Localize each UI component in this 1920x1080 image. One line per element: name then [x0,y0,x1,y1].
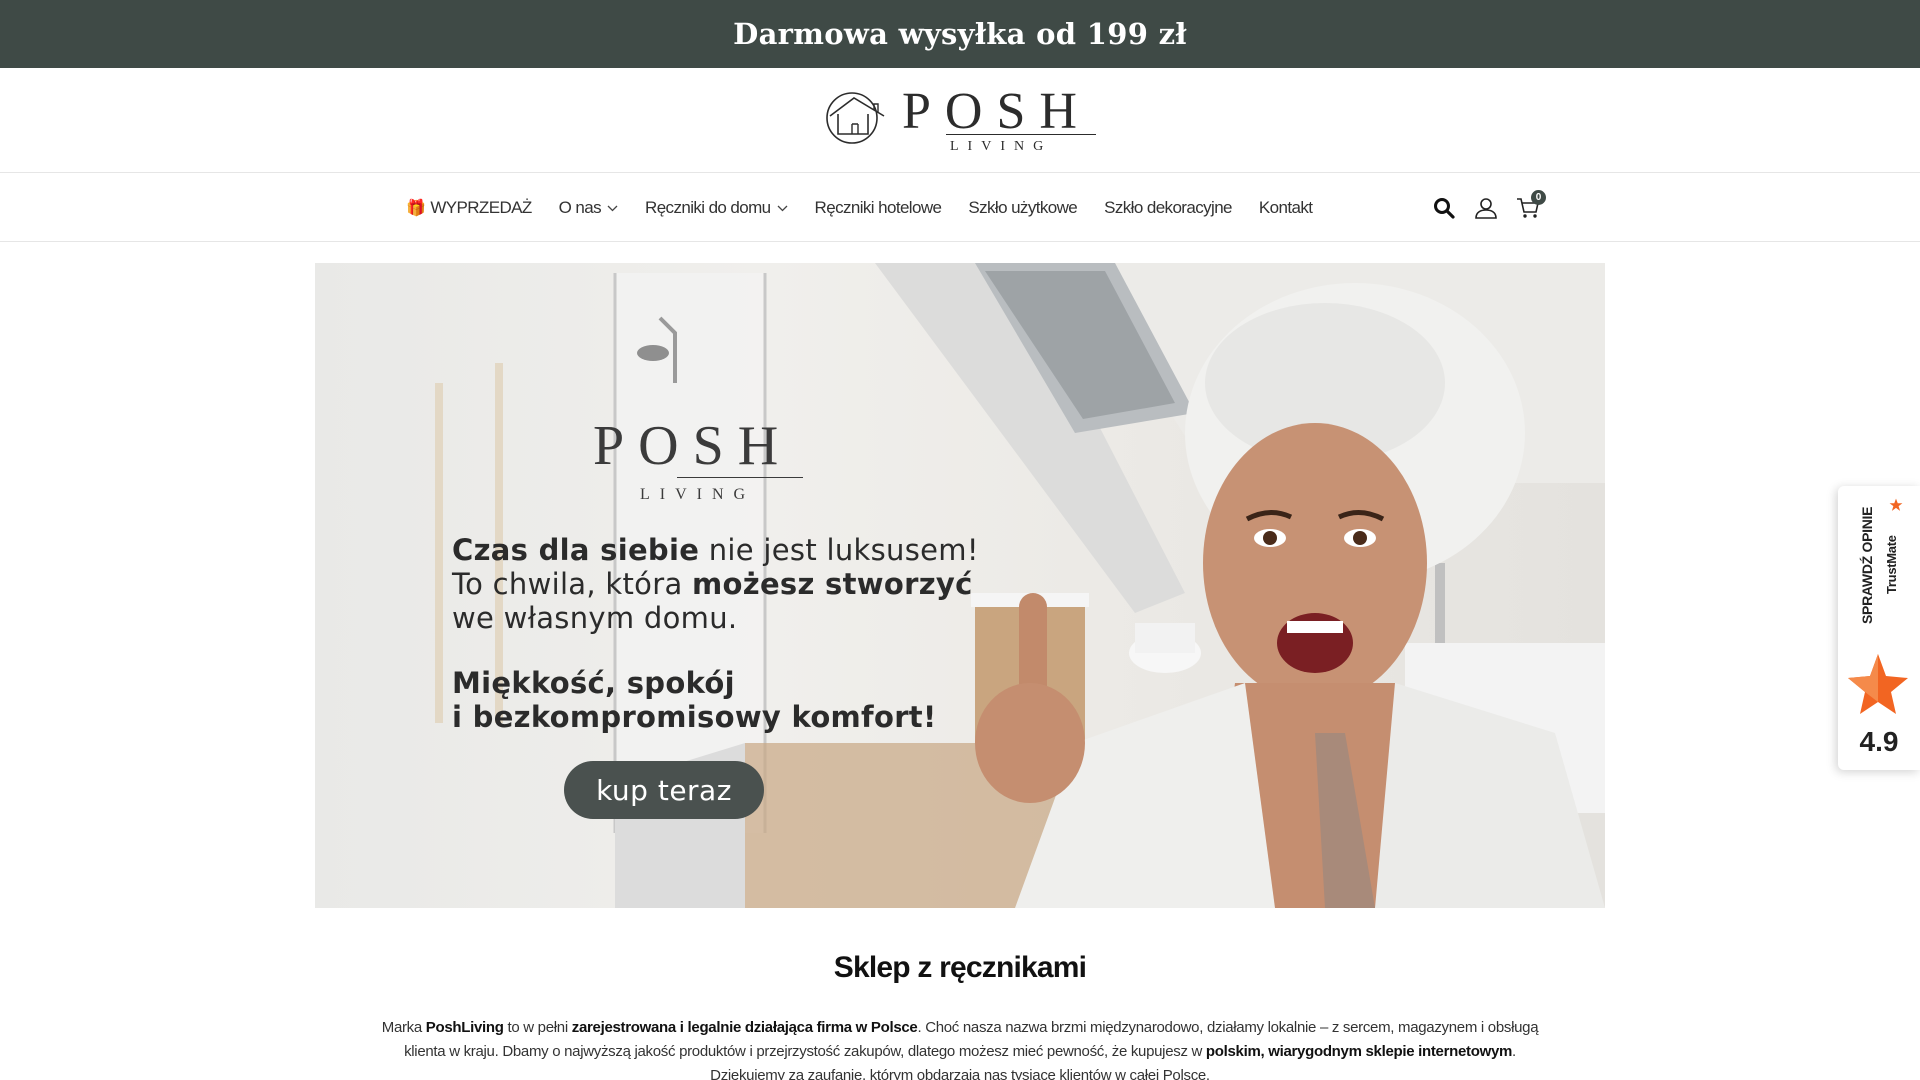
nav-item-utility-glass[interactable]: Szkło użytkowe [968,198,1077,218]
section-title: Sklep z ręcznikami [833,951,1087,984]
nav-item-label: Ręczniki hotelowe [814,197,942,217]
nav-item-label: Ręczniki do domu [645,197,771,217]
nav-item-hotel-towels[interactable]: Ręczniki hotelowe [815,198,942,218]
trustmate-widget[interactable]: SPRAWDŹ OPINIE TrustMate 4.9 [1838,486,1920,770]
trustmate-score: 4.9 [1859,726,1899,757]
nav-item-label: Szkło użytkowe [968,197,1078,217]
hero-line1-rest: nie jest luksusem! [699,533,979,567]
user-icon [1475,197,1497,219]
desc-bold: polskim, wiarygodnym sklepie internetowy… [1205,1043,1513,1060]
hero-banner[interactable]: POSH LIVING Czas dla siebie nie jest luk… [315,263,1605,908]
brand-logo-name: POSH [902,83,1091,140]
nav-item-home-towels[interactable]: Ręczniki do domu [645,198,788,218]
hero-logo-sub: LIVING [640,486,756,503]
nav-item-label: Szkło dekoracyjne [1104,197,1232,217]
trustmate-vertical-labels: SPRAWDŹ OPINIE TrustMate [1842,498,1903,624]
nav-item-label: WYPRZEDAŻ [430,197,532,217]
nav-item-sale[interactable]: 🎁 WYPRZEDAŻ [406,198,532,218]
trustmate-brand: TrustMate [1884,535,1899,594]
gift-icon: 🎁 [406,199,426,217]
search-button[interactable] [1432,196,1456,220]
trustmate-small-star-icon [1889,498,1903,511]
announcement-bar: Darmowa wysyłka od 199 zł [0,0,1920,68]
nav-item-about[interactable]: O nas [559,198,618,218]
trustmate-star-icon [1848,654,1908,714]
brand-logo[interactable]: POSH LIVING [824,82,1096,162]
desc-thanks: Dziękujemy za zaufanie, którym obdarzają… [710,1067,1210,1080]
brand-logo-underline [946,134,1096,135]
house-logo-icon [826,92,885,144]
main-navigation: 🎁 WYPRZEDAŻ O nas Ręczniki do domu Ręczn… [0,173,1920,242]
desc-bold: zarejestrowana i legalnie działająca fir… [571,1019,918,1036]
announcement-text: Darmowa wysyłka od 199 zł [733,17,1187,51]
hero-logo-name: POSH [593,415,793,477]
hero-line1-bold: Czas dla siebie [452,533,700,567]
nav-item-label: Kontakt [1258,197,1313,217]
section-description: Marka PoshLiving to w pełni zarejestrowa… [360,1016,1560,1080]
search-icon [1434,197,1455,219]
nav-menu: 🎁 WYPRZEDAŻ O nas Ręczniki do domu Ręczn… [406,173,1313,242]
hero-line3: we własnym domu. [452,601,738,635]
hero-subheadline: Miękkość, spokój i bezkompromisowy komfo… [452,666,937,734]
cart-count-badge: 0 [1531,189,1546,205]
desc-part: to w pełni [503,1019,572,1036]
account-button[interactable] [1474,196,1498,220]
hero-logo-underline [677,477,803,478]
chevron-down-icon [777,205,788,212]
header-logo-row: POSH LIVING [0,68,1920,173]
hero-line2-bold: możesz stworzyć [692,567,973,601]
chevron-down-icon [607,205,618,212]
shop-now-button[interactable]: kup teraz [564,761,764,819]
hero-line2-start: To chwila, która [452,567,693,601]
hero-line5: i bezkompromisowy komfort! [452,700,937,734]
header-actions: 0 [1432,173,1546,242]
cart-button[interactable]: 0 [1516,189,1546,220]
desc-part: Marka [381,1019,426,1036]
brand-logo-sub: LIVING [950,139,1053,154]
nav-item-contact[interactable]: Kontakt [1258,197,1313,218]
hero-line4: Miękkość, spokój [452,666,735,700]
trustmate-label: SPRAWDŹ OPINIE [1859,506,1875,624]
desc-bold: PoshLiving [425,1019,504,1036]
desc-part: . [1512,1043,1516,1060]
nav-item-decor-glass[interactable]: Szkło dekoracyjne [1104,198,1232,218]
hero-headline: Czas dla siebie nie jest luksusem! To ch… [452,533,979,635]
nav-item-label: O nas [558,197,602,217]
